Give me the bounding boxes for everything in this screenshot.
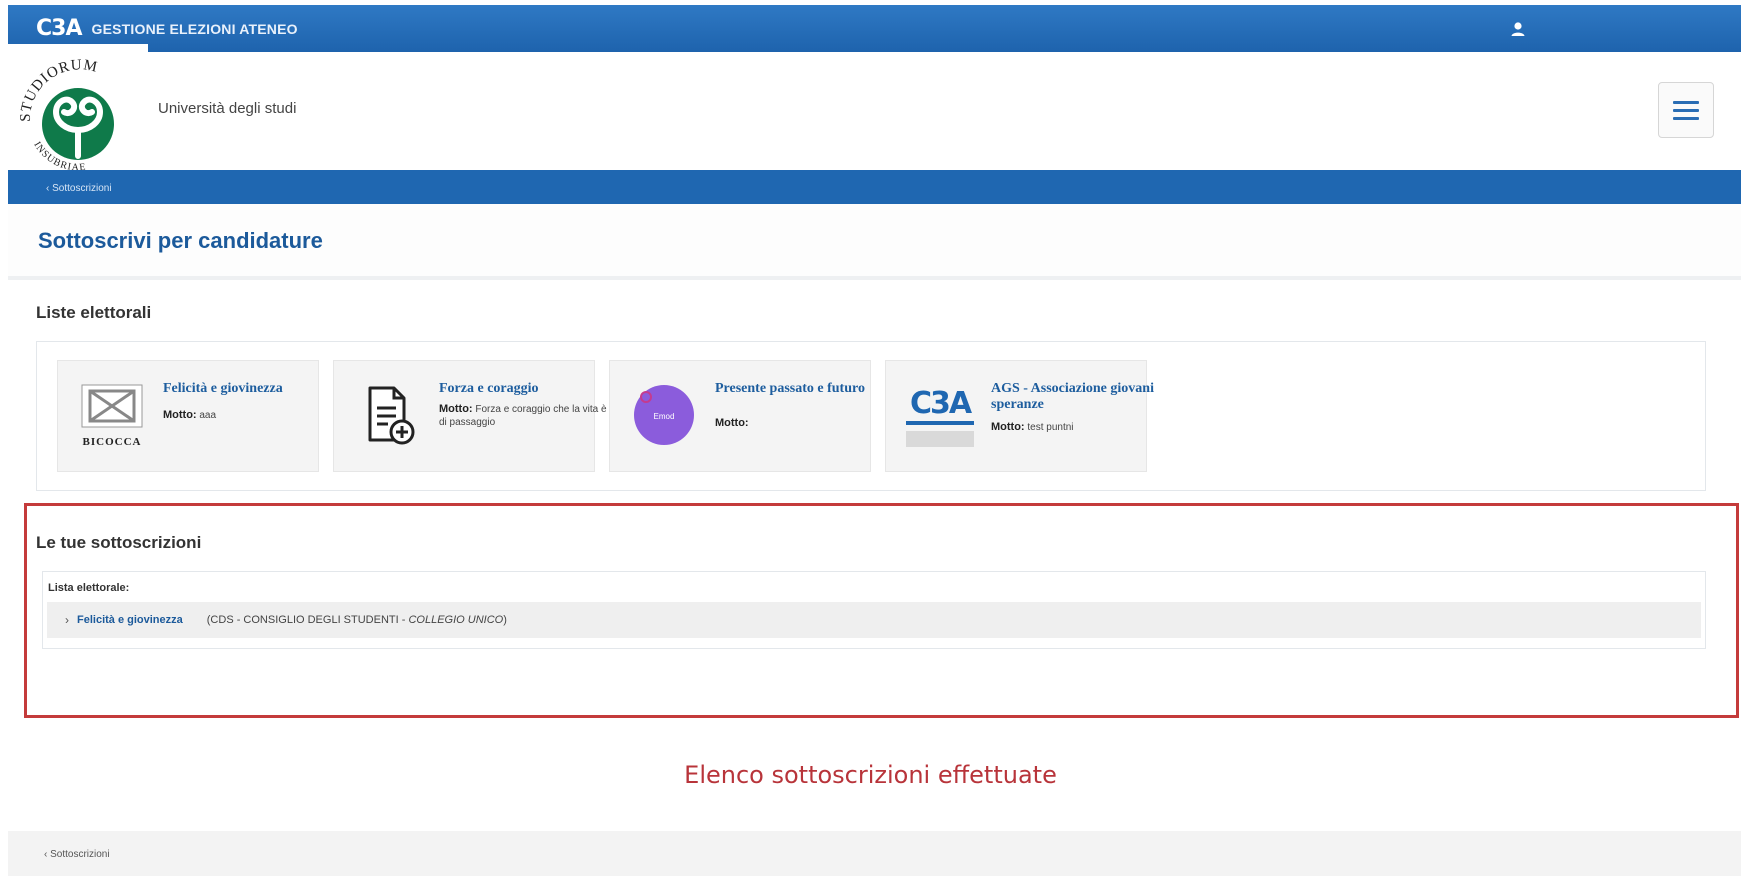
purple-logo-text: Emod bbox=[654, 412, 675, 421]
page: C3A GESTIONE ELEZIONI ATENEO STUDIORUM I… bbox=[0, 0, 1741, 876]
hamburger-line bbox=[1673, 108, 1699, 112]
subscriptions-panel: Lista elettorale: › Felicità e giovinezz… bbox=[42, 571, 1706, 649]
footer-back-link[interactable]: ‹ Sottoscrizioni bbox=[44, 849, 110, 860]
motto-label: Motto: bbox=[439, 403, 473, 415]
document-add-icon bbox=[352, 379, 424, 451]
annotation-caption: Elenco sottoscrizioni effettuate bbox=[684, 761, 1057, 789]
list-name: Presente passato e futuro bbox=[715, 381, 865, 396]
list-card[interactable]: Emod Presente passato e futuro Motto: bbox=[609, 360, 871, 472]
page-title: Sottoscrivi per candidature bbox=[38, 228, 323, 253]
motto-value: test puntni bbox=[1027, 422, 1074, 433]
motto-label: Motto: bbox=[163, 409, 197, 421]
list-motto: Motto: aaa bbox=[163, 409, 333, 422]
c3a-list-logo-text: C3A bbox=[910, 386, 973, 421]
app-title[interactable]: GESTIONE ELEZIONI ATENEO bbox=[91, 21, 297, 37]
list-card[interactable]: C3A AGS - Associazione giovani speranze … bbox=[885, 360, 1154, 472]
c3a-list-logo: C3A bbox=[904, 379, 976, 451]
subscription-row[interactable]: › Felicità e giovinezza (CDS - CONSIGLIO… bbox=[47, 602, 1701, 638]
lists-container: BICOCCA Felicità e giovinezza Motto: aaa bbox=[36, 341, 1706, 491]
list-label: Lista elettorale: bbox=[48, 582, 130, 594]
menu-button[interactable] bbox=[1658, 82, 1714, 138]
breadcrumb-label: Sottoscrizioni bbox=[52, 183, 112, 194]
list-motto: Motto: test puntni bbox=[991, 421, 1161, 434]
bicocca-logo: BICOCCA bbox=[76, 379, 148, 451]
motto-value: aaa bbox=[199, 410, 217, 421]
list-motto: Motto: Forza e coraggio che la vita è di… bbox=[439, 403, 609, 429]
hamburger-line bbox=[1673, 116, 1699, 120]
list-motto: Motto: bbox=[715, 417, 885, 430]
lists-section-title: Liste elettorali bbox=[36, 303, 152, 322]
motto-label: Motto: bbox=[715, 417, 749, 429]
chevron-right-icon[interactable]: › bbox=[65, 613, 69, 627]
footer-back-label: Sottoscrizioni bbox=[50, 849, 110, 860]
subscription-list-name[interactable]: Felicità e giovinezza bbox=[77, 614, 183, 626]
breadcrumb-bar: ‹ Sottoscrizioni bbox=[8, 170, 1741, 204]
c3a-logo[interactable]: C3A bbox=[36, 16, 82, 41]
user-icon[interactable] bbox=[1508, 19, 1528, 39]
university-name: Università degli studi bbox=[158, 100, 297, 117]
footer: ‹ Sottoscrizioni bbox=[8, 831, 1741, 876]
bicocca-logo-text: BICOCCA bbox=[83, 436, 142, 448]
list-name: Felicità e giovinezza bbox=[163, 381, 283, 396]
subscription-detail: (CDS - CONSIGLIO DEGLI STUDENTI - COLLEG… bbox=[207, 614, 507, 626]
list-name: Forza e coraggio bbox=[439, 381, 539, 396]
university-logo[interactable]: STUDIORUM INSUBRIAE bbox=[8, 44, 148, 184]
purple-circle-logo: Emod bbox=[628, 379, 700, 451]
list-card[interactable]: BICOCCA Felicità e giovinezza Motto: aaa bbox=[57, 360, 319, 472]
motto-label: Motto: bbox=[991, 421, 1025, 433]
detail-prefix: (CDS - CONSIGLIO DEGLI STUDENTI - bbox=[206, 614, 409, 626]
detail-suffix: ) bbox=[503, 614, 507, 626]
header: STUDIORUM INSUBRIAE Università degli stu… bbox=[8, 44, 1741, 184]
hamburger-line bbox=[1673, 100, 1699, 104]
list-name: AGS - Associazione giovani speranze bbox=[991, 381, 1154, 412]
subscriptions-section-title: Le tue sottoscrizioni bbox=[36, 533, 202, 552]
breadcrumb-back-link[interactable]: ‹ Sottoscrizioni bbox=[46, 183, 112, 194]
top-bar: C3A GESTIONE ELEZIONI ATENEO bbox=[8, 5, 1741, 52]
detail-italic: COLLEGIO UNICO bbox=[408, 614, 504, 626]
page-title-box: Sottoscrivi per candidature bbox=[8, 204, 1741, 280]
list-card[interactable]: Forza e coraggio Motto: Forza e coraggio… bbox=[333, 360, 607, 472]
